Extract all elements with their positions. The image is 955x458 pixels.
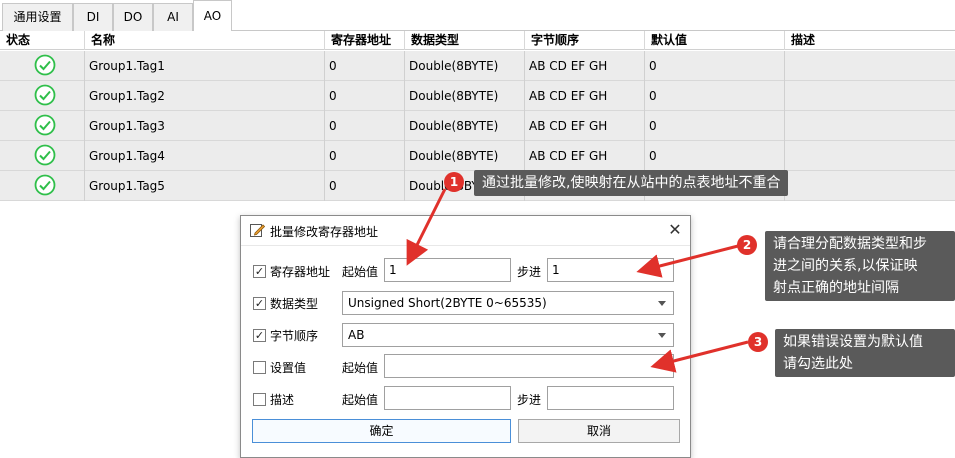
chevron-down-icon xyxy=(658,301,666,306)
register-address-checkbox[interactable]: ✓ xyxy=(253,265,266,278)
ok-icon xyxy=(34,54,56,76)
cancel-button[interactable]: 取消 xyxy=(518,419,680,443)
register-start-label: 起始值 xyxy=(342,265,379,279)
cell-desc xyxy=(785,141,955,171)
callout-3-line2: 请勾选此处 xyxy=(783,356,853,372)
cell-address: 0 xyxy=(325,141,405,171)
cell-type: Double(8BYTE) xyxy=(405,81,525,111)
cell-desc xyxy=(785,81,955,111)
tab-di[interactable]: DI xyxy=(73,3,113,31)
tab-do[interactable]: DO xyxy=(113,3,153,31)
cell-default: 0 xyxy=(645,81,785,111)
data-type-value: Unsigned Short(2BYTE 0~65535) xyxy=(348,296,547,310)
callout-3-text: 如果错误设置为默认值 请勾选此处 xyxy=(775,329,955,377)
cell-order: AB CD EF GH xyxy=(525,51,645,81)
tab-general-settings[interactable]: 通用设置 xyxy=(2,3,73,31)
tab-ai[interactable]: AI xyxy=(153,3,193,31)
callout-2-line3: 射点正确的地址间隔 xyxy=(773,280,899,296)
ok-icon xyxy=(34,144,56,166)
cell-order: AB CD EF GH xyxy=(525,81,645,111)
cell-address: 0 xyxy=(325,171,405,201)
table-header: 状态 名称 寄存器地址 数据类型 字节顺序 默认值 描述 xyxy=(0,31,955,50)
ok-icon xyxy=(34,84,56,106)
callout-2-line2: 进之间的关系,以保证映 xyxy=(773,258,918,274)
batch-modify-dialog: 批量修改寄存器地址 ✕ ✓ 寄存器地址 起始值 1 步进 1 ✓ 数据类型 Un… xyxy=(240,215,691,458)
table-row[interactable]: Group1.Tag1 0 Double(8BYTE) AB CD EF GH … xyxy=(0,51,955,81)
col-name[interactable]: 名称 xyxy=(85,31,325,50)
table-row[interactable]: Group1.Tag2 0 Double(8BYTE) AB CD EF GH … xyxy=(0,81,955,111)
col-byte-order[interactable]: 字节顺序 xyxy=(525,31,645,50)
table-row[interactable]: Group1.Tag3 0 Double(8BYTE) AB CD EF GH … xyxy=(0,111,955,141)
cell-desc xyxy=(785,111,955,141)
col-data-type[interactable]: 数据类型 xyxy=(405,31,525,50)
byte-order-value: AB xyxy=(348,328,365,342)
set-value-label: 设置值 xyxy=(270,361,307,375)
cell-type: Double(8BYTE) xyxy=(405,111,525,141)
byte-order-select[interactable]: AB xyxy=(342,323,674,347)
cell-order: AB CD EF GH xyxy=(525,141,645,171)
cell-name: Group1.Tag5 xyxy=(85,171,325,201)
ok-button[interactable]: 确定 xyxy=(252,419,511,443)
register-step-label: 步进 xyxy=(517,265,542,279)
ok-icon xyxy=(34,174,56,196)
col-address[interactable]: 寄存器地址 xyxy=(325,31,405,50)
callout-3-badge: 3 xyxy=(748,332,768,352)
tab-ao[interactable]: AO xyxy=(193,0,232,32)
dialog-title: 批量修改寄存器地址 xyxy=(270,225,379,239)
callout-2-line1: 请合理分配数据类型和步 xyxy=(773,236,927,252)
cell-type: Double(8BYTE) xyxy=(405,141,525,171)
callout-2-badge: 2 xyxy=(737,235,757,255)
callout-1-badge: 1 xyxy=(444,172,464,192)
callout-1-text: 通过批量修改,使映射在从站中的点表地址不重合 xyxy=(474,170,789,196)
set-value-start-input[interactable] xyxy=(384,354,674,378)
cell-name: Group1.Tag3 xyxy=(85,111,325,141)
cell-order: AB CD EF GH xyxy=(525,111,645,141)
callout-3-line1: 如果错误设置为默认值 xyxy=(783,334,923,350)
description-step-input[interactable] xyxy=(547,386,674,410)
tab-bar: 通用设置 DI DO AI AO xyxy=(0,0,955,32)
data-type-label: 数据类型 xyxy=(270,297,319,311)
chevron-down-icon xyxy=(658,333,666,338)
cell-desc xyxy=(785,51,955,81)
col-default[interactable]: 默认值 xyxy=(645,31,785,50)
edit-icon xyxy=(250,224,265,237)
cell-default: 0 xyxy=(645,111,785,141)
description-start-label: 起始值 xyxy=(342,393,379,407)
cell-type: Double(8BYTE) xyxy=(405,51,525,81)
col-description[interactable]: 描述 xyxy=(785,31,955,50)
cell-address: 0 xyxy=(325,81,405,111)
table-row[interactable]: Group1.Tag4 0 Double(8BYTE) AB CD EF GH … xyxy=(0,141,955,171)
cell-name: Group1.Tag4 xyxy=(85,141,325,171)
description-checkbox[interactable] xyxy=(253,393,266,406)
description-step-label: 步进 xyxy=(517,393,542,407)
register-address-label: 寄存器地址 xyxy=(270,265,331,279)
data-type-select[interactable]: Unsigned Short(2BYTE 0~65535) xyxy=(342,291,674,315)
set-value-checkbox[interactable] xyxy=(253,361,266,374)
cell-address: 0 xyxy=(325,51,405,81)
set-value-start-label: 起始值 xyxy=(342,361,379,375)
byte-order-checkbox[interactable]: ✓ xyxy=(253,329,266,342)
callout-2-text: 请合理分配数据类型和步 进之间的关系,以保证映 射点正确的地址间隔 xyxy=(765,231,955,301)
register-start-input[interactable]: 1 xyxy=(384,258,511,282)
cell-name: Group1.Tag2 xyxy=(85,81,325,111)
ok-icon xyxy=(34,114,56,136)
close-icon[interactable]: ✕ xyxy=(665,220,685,240)
cell-default: 0 xyxy=(645,51,785,81)
data-type-checkbox[interactable]: ✓ xyxy=(253,297,266,310)
register-step-input[interactable]: 1 xyxy=(547,258,674,282)
description-start-input[interactable] xyxy=(384,386,511,410)
description-label: 描述 xyxy=(270,393,295,407)
cell-default: 0 xyxy=(645,141,785,171)
dialog-titlebar[interactable]: 批量修改寄存器地址 ✕ xyxy=(241,216,690,246)
cell-name: Group1.Tag1 xyxy=(85,51,325,81)
cell-address: 0 xyxy=(325,111,405,141)
byte-order-label: 字节顺序 xyxy=(270,329,319,343)
col-status[interactable]: 状态 xyxy=(0,31,85,50)
cell-desc xyxy=(785,171,955,201)
